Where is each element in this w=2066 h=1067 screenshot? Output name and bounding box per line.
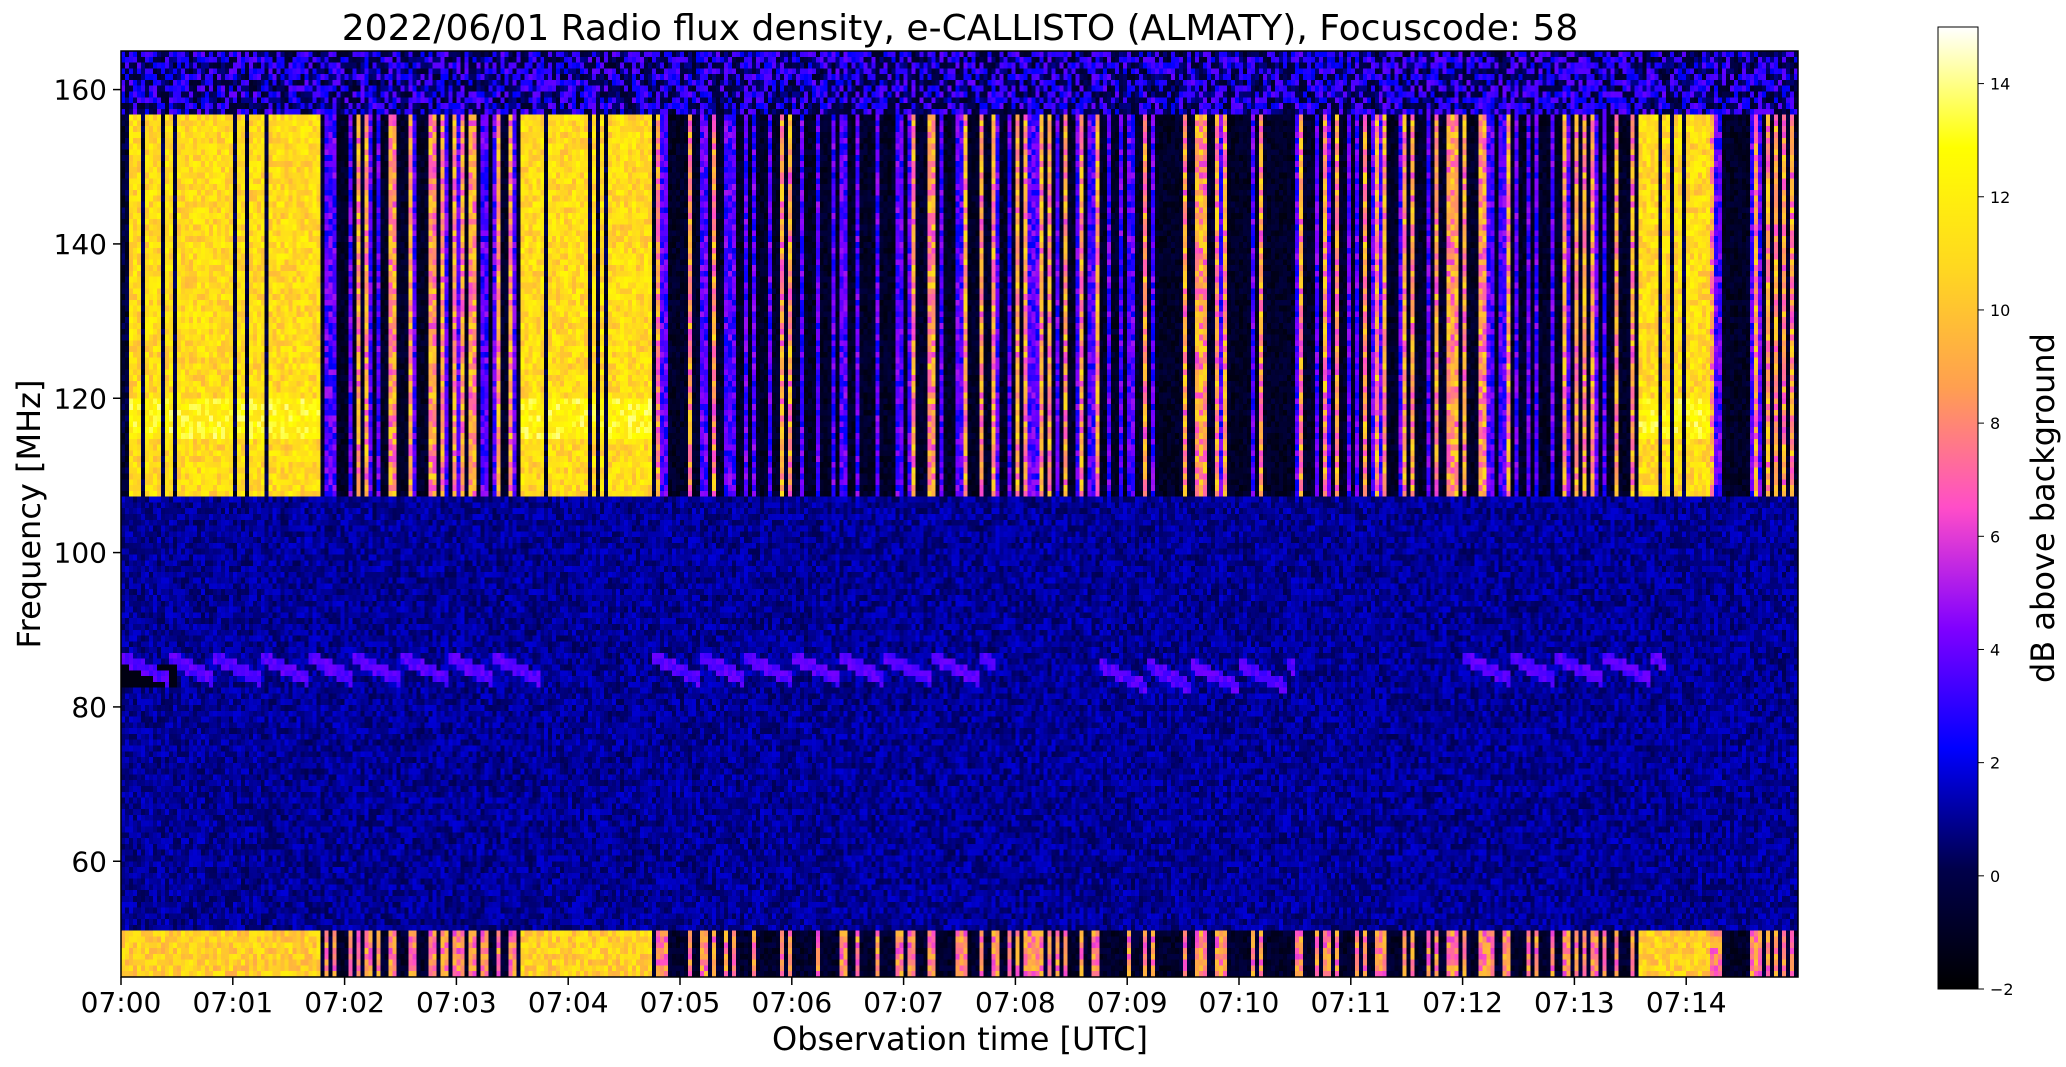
y-tick-label: 100	[54, 537, 107, 570]
colorbar-tick-label: 4	[1990, 640, 2000, 659]
x-tick-label: 07:02	[304, 986, 385, 1019]
x-tick-label: 07:06	[751, 986, 832, 1019]
x-tick-label: 07:12	[1422, 986, 1503, 1019]
colorbar-label: dB above background	[2024, 333, 2062, 683]
y-tick-label: 80	[71, 691, 107, 724]
x-tick-label: 07:14	[1646, 986, 1727, 1019]
x-tick-label: 07:11	[1310, 986, 1391, 1019]
colorbar-tick-label: 12	[1990, 188, 2010, 207]
colorbar-tick-label: 10	[1990, 301, 2010, 320]
y-axis-label: Frequency [MHz]	[10, 380, 48, 649]
y-tick-label: 160	[54, 74, 107, 107]
x-tick-label: 07:03	[416, 986, 497, 1019]
x-tick-label: 07:01	[192, 986, 273, 1019]
y-axis: 60 80 100 120 140 160	[54, 74, 121, 878]
y-tick-label: 140	[54, 228, 107, 261]
colorbar-tick-label: 8	[1990, 414, 2000, 433]
x-tick-label: 07:13	[1534, 986, 1615, 1019]
x-tick-label: 07:08	[975, 986, 1056, 1019]
colorbar-tick-label: 2	[1990, 754, 2000, 773]
colorbar-tick-label: 6	[1990, 527, 2000, 546]
x-tick-label: 07:05	[640, 986, 721, 1019]
x-tick-label: 07:00	[81, 986, 162, 1019]
x-tick-label: 07:09	[1087, 986, 1168, 1019]
chart-title: 2022/06/01 Radio flux density, e-CALLIST…	[342, 8, 1578, 49]
y-tick-label: 120	[54, 382, 107, 415]
x-axis: 07:00 07:01 07:02 07:03 07:04 07:05 07:06 07:07…	[81, 977, 1727, 1019]
spectrogram-chart: 2022/06/01 Radio flux density, e-CALLIST…	[10, 8, 2062, 1058]
x-tick-label: 07:04	[528, 986, 609, 1019]
colorbar	[1937, 26, 1979, 990]
heatmap	[121, 51, 1798, 977]
colorbar-tick-label: −2	[1990, 980, 2014, 999]
y-tick-label: 60	[71, 845, 107, 878]
colorbar-tick-label: 0	[1990, 867, 2000, 886]
x-tick-label: 07:10	[1199, 986, 1280, 1019]
colorbar-axis: −2 0 2 4 6 8 10 12 14	[1978, 75, 2014, 999]
heatmap-image	[121, 51, 1798, 977]
x-tick-label: 07:07	[863, 986, 944, 1019]
x-axis-label: Observation time [UTC]	[772, 1020, 1148, 1058]
colorbar-tick-label: 14	[1990, 75, 2010, 94]
